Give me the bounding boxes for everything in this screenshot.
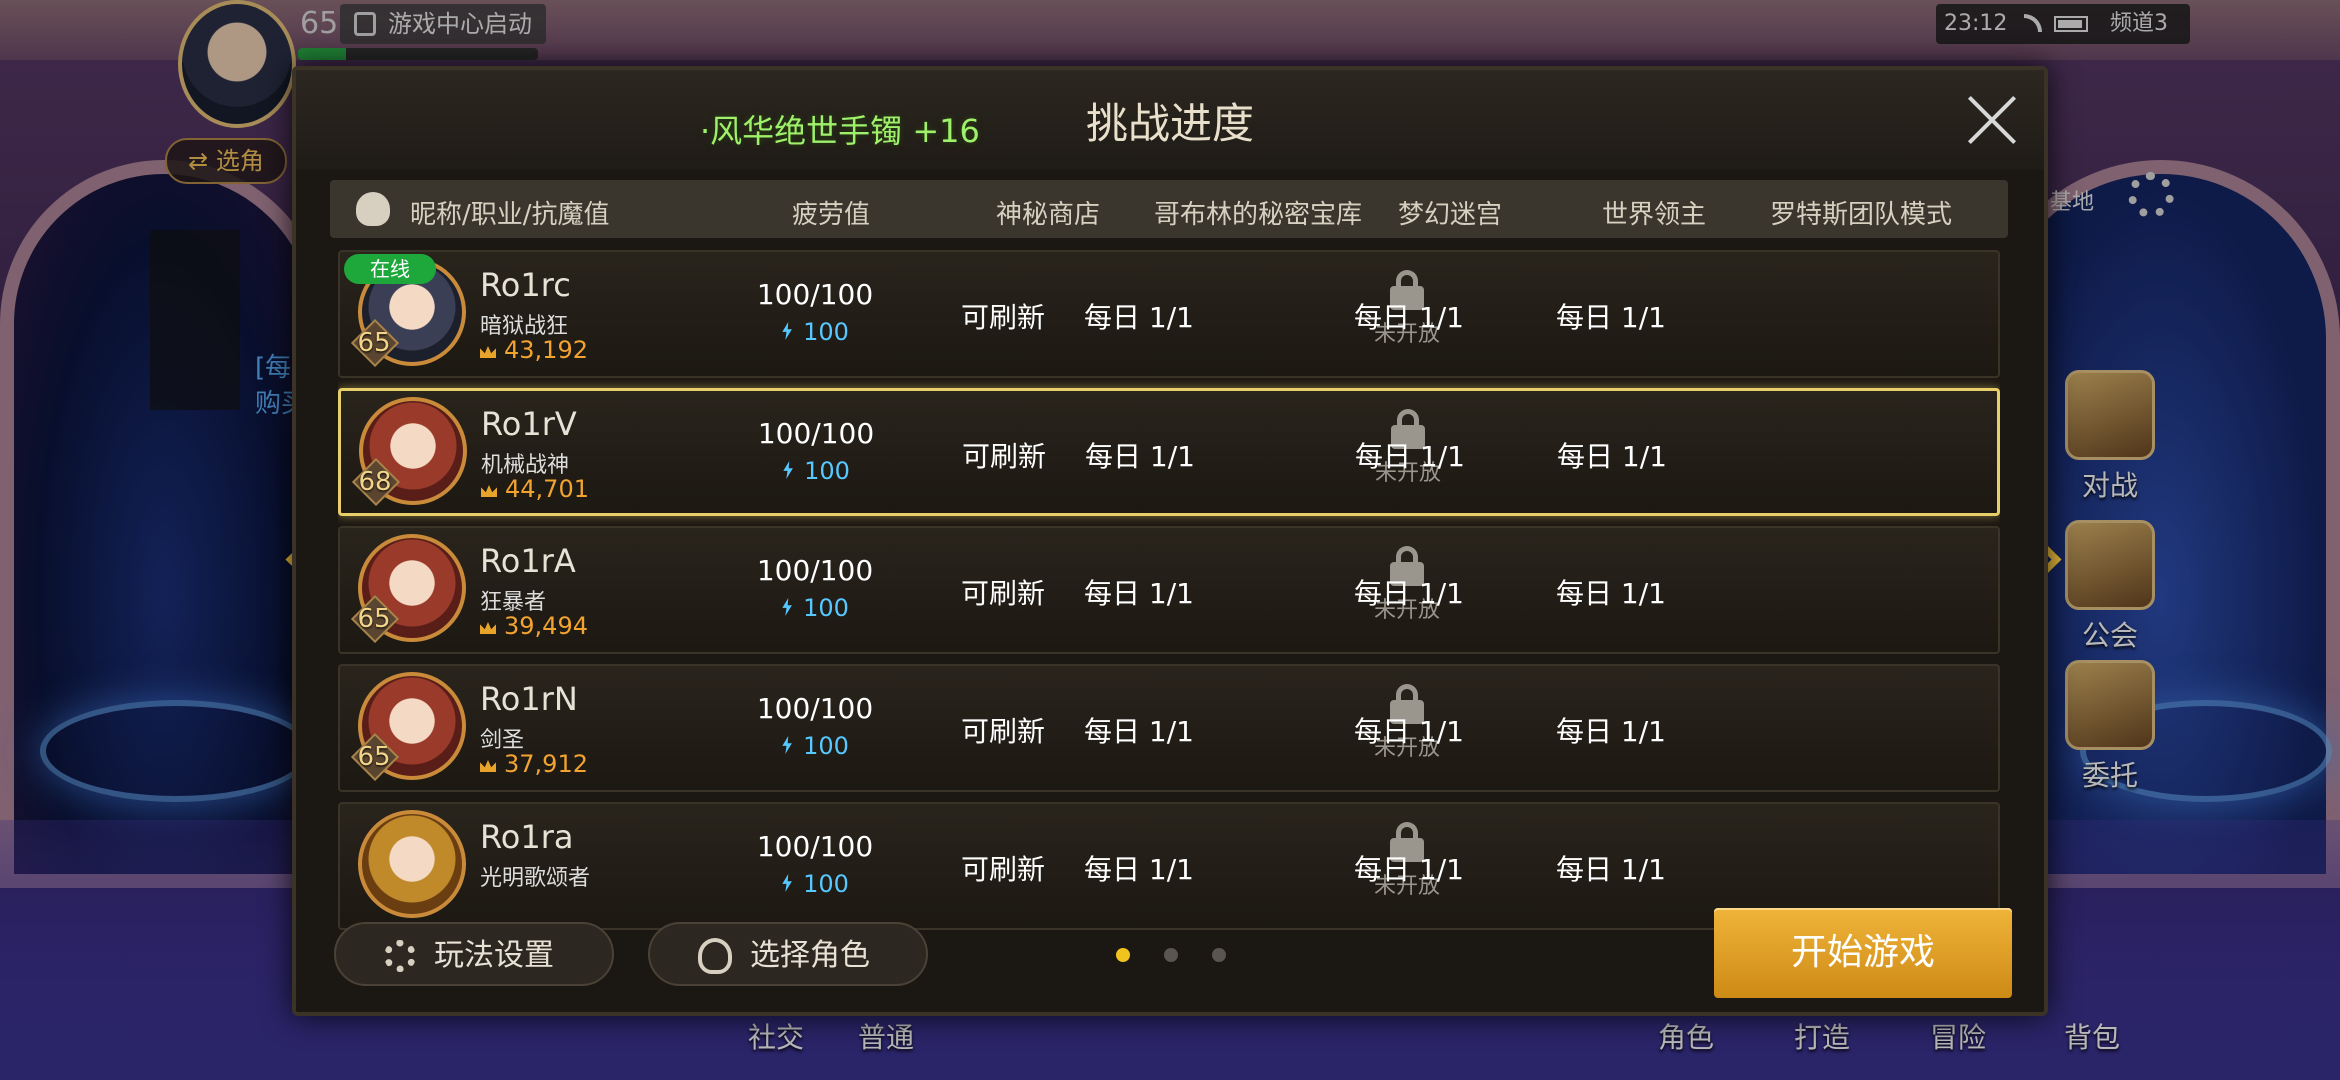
crown-icon	[480, 622, 496, 634]
header-goblin: 哥布林的秘密宝库	[1154, 200, 1363, 230]
character-avatar	[358, 810, 466, 918]
character-name: Ro1rN	[480, 680, 578, 718]
raid-status: 每日 1/1	[1556, 715, 1666, 748]
character-name: Ro1rV	[481, 405, 577, 443]
header-raid: 罗特斯团队模式	[1770, 200, 1953, 230]
fatigue-value: 100/100	[756, 554, 874, 587]
lightning-icon	[782, 874, 792, 892]
anti-magic-value: 44,701	[481, 475, 589, 503]
header-fatigue: 疲劳值	[792, 200, 871, 230]
power-value: 44,701	[505, 475, 589, 503]
fatigue-bonus: 100	[720, 594, 910, 622]
power-value: 39,494	[504, 612, 588, 640]
character-row-selected[interactable]: 68 Ro1rV 机械战神 44,701 100/100 100 可刷新 每日 …	[338, 388, 2000, 516]
character-class: 光明歌颂者	[480, 866, 591, 891]
fatigue-bonus-value: 100	[804, 457, 850, 485]
fatigue-bonus: 100	[720, 732, 910, 760]
goblin-status: 每日 1/1	[1084, 715, 1194, 748]
fatigue-bonus: 100	[721, 457, 911, 485]
start-game-button[interactable]: 开始游戏	[1714, 908, 2012, 998]
goblin-status: 每日 1/1	[1084, 577, 1194, 610]
lord-status: 每日 1/1	[1354, 715, 1464, 748]
lightning-icon	[782, 736, 792, 754]
anti-magic-value: 39,494	[480, 612, 588, 640]
online-badge: 在线	[344, 254, 436, 284]
select-role-button[interactable]: 选择角色	[648, 922, 928, 986]
character-row[interactable]: 在线 65 Ro1rc 暗狱战狂 43,192 100/100 100 可刷新 …	[338, 250, 2000, 378]
person-icon	[698, 938, 732, 974]
lord-status: 每日 1/1	[1354, 853, 1464, 886]
fatigue-bonus-value: 100	[803, 318, 849, 346]
character-list[interactable]: 在线 65 Ro1rc 暗狱战狂 43,192 100/100 100 可刷新 …	[338, 250, 2000, 958]
character-head-icon	[356, 192, 390, 226]
lord-status: 每日 1/1	[1355, 440, 1465, 473]
goblin-status: 每日 1/1	[1085, 440, 1195, 473]
anti-magic-value: 43,192	[480, 336, 588, 364]
level-value: 65	[357, 742, 391, 772]
level-badge: 65	[354, 598, 394, 638]
lightning-icon	[782, 322, 792, 340]
character-name: Ro1rA	[480, 542, 576, 580]
lightning-icon	[783, 461, 793, 479]
gear-icon	[384, 940, 416, 972]
crown-icon	[481, 485, 497, 497]
fatigue-value: 100/100	[756, 830, 874, 863]
header-shop: 神秘商店	[996, 200, 1101, 230]
page-indicator-dot[interactable]	[1164, 948, 1178, 962]
level-value: 65	[357, 604, 391, 634]
gameplay-settings-label: 玩法设置	[434, 938, 554, 973]
raid-status: 每日 1/1	[1556, 577, 1666, 610]
page-indicator-dot[interactable]	[1212, 948, 1226, 962]
level-badge: 65	[354, 736, 394, 776]
lord-status: 每日 1/1	[1354, 577, 1464, 610]
level-badge: 68	[355, 461, 395, 501]
crown-icon	[480, 346, 496, 358]
power-value: 37,912	[504, 750, 588, 778]
fatigue-bonus: 100	[720, 318, 910, 346]
character-name: Ro1ra	[480, 818, 574, 856]
header-name: 昵称/职业/抗魔值	[410, 200, 610, 230]
fatigue-bonus-value: 100	[803, 594, 849, 622]
raid-status: 每日 1/1	[1557, 440, 1667, 473]
character-row[interactable]: 65 Ro1rN 剑圣 37,912 100/100 100 可刷新 每日 1/…	[338, 664, 2000, 792]
select-role-label: 选择角色	[750, 938, 870, 973]
table-header: 昵称/职业/抗魔值 疲劳值 神秘商店 哥布林的秘密宝库 梦幻迷宫 世界领主 罗特…	[330, 180, 2008, 238]
level-badge: 65	[354, 322, 394, 362]
header-maze: 梦幻迷宫	[1398, 200, 1503, 230]
fatigue-bonus: 100	[720, 870, 910, 898]
fatigue-bonus-value: 100	[803, 870, 849, 898]
header-lord: 世界领主	[1602, 200, 1707, 230]
character-name: Ro1rc	[480, 266, 571, 304]
level-value: 68	[358, 467, 392, 497]
dialog-title: 挑战进度	[1085, 99, 1254, 148]
fatigue-bonus-value: 100	[803, 732, 849, 760]
character-row[interactable]: 65 Ro1rA 狂暴者 39,494 100/100 100 可刷新 每日 1…	[338, 526, 2000, 654]
anti-magic-value: 37,912	[480, 750, 588, 778]
close-icon[interactable]	[1964, 92, 2020, 148]
fatigue-value: 100/100	[756, 278, 874, 311]
goblin-status: 每日 1/1	[1084, 853, 1194, 886]
gameplay-settings-button[interactable]: 玩法设置	[334, 922, 614, 986]
fatigue-value: 100/100	[757, 417, 875, 450]
raid-status: 每日 1/1	[1556, 853, 1666, 886]
level-value: 65	[357, 328, 391, 358]
lightning-icon	[782, 598, 792, 616]
raid-status: 每日 1/1	[1556, 301, 1666, 334]
power-value: 43,192	[504, 336, 588, 364]
fatigue-value: 100/100	[756, 692, 874, 725]
challenge-progress-dialog: ·风华绝世手镯 +16 挑战进度 昵称/职业/抗魔值 疲劳值 神秘商店 哥布林的…	[292, 66, 2048, 1016]
goblin-status: 每日 1/1	[1084, 301, 1194, 334]
page-indicator-dot[interactable]	[1116, 948, 1130, 962]
crown-icon	[480, 760, 496, 772]
lord-status: 每日 1/1	[1354, 301, 1464, 334]
